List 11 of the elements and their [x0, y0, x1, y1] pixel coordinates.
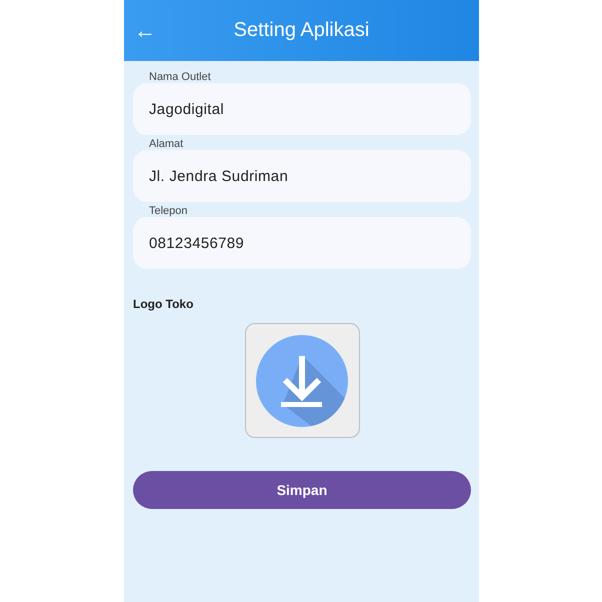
screen-title: Setting Aplikasi	[234, 19, 370, 42]
field-label: Alamat	[149, 138, 184, 150]
logo-upload-button[interactable]	[244, 323, 360, 438]
input-field[interactable]: 08123456789	[133, 217, 471, 269]
field-label: Nama Outlet	[149, 71, 212, 83]
download-icon	[255, 334, 349, 428]
field-label: Telepon	[149, 205, 189, 217]
section-label: Logo Toko	[133, 297, 194, 311]
save-button[interactable]: Simpan	[133, 471, 471, 509]
input-field[interactable]: Jagodigital	[133, 83, 471, 135]
input-field[interactable]: Jl. Jendra Sudriman	[133, 150, 471, 202]
